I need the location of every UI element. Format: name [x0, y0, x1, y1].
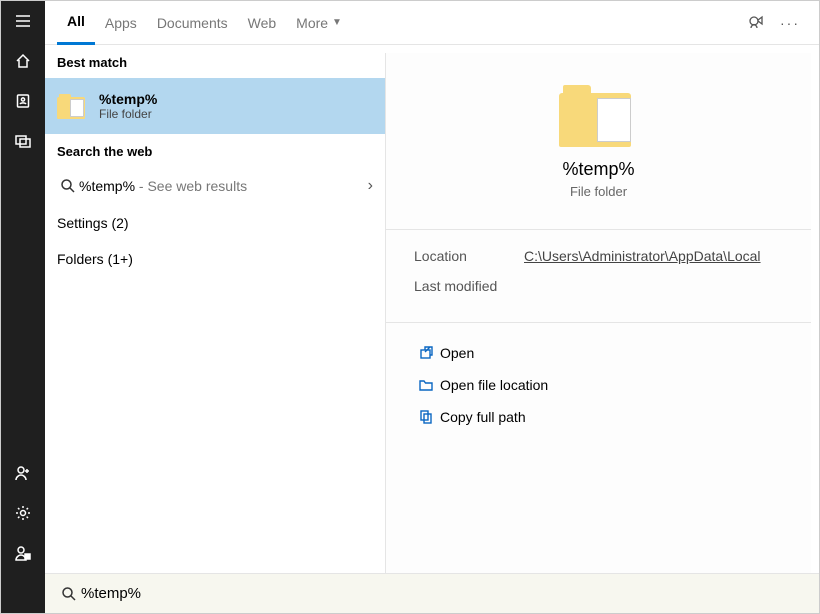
chevron-right-icon: › — [368, 177, 373, 195]
search-icon — [57, 178, 79, 194]
search-web-label: Search the web — [45, 134, 385, 167]
settings-icon[interactable] — [1, 493, 45, 533]
feedback-icon[interactable] — [739, 14, 773, 32]
preview-panel: %temp% File folder Location C:\Users\Adm… — [385, 53, 811, 573]
main-area: All Apps Documents Web More ▼ ··· Best m… — [45, 1, 819, 613]
more-options-icon[interactable]: ··· — [773, 15, 807, 31]
filter-tabs: All Apps Documents Web More ▼ ··· — [45, 1, 819, 45]
menu-icon[interactable] — [1, 1, 45, 41]
add-user-icon[interactable] — [1, 453, 45, 493]
tab-all[interactable]: All — [57, 1, 95, 45]
folders-results-item[interactable]: Folders (1+) — [45, 241, 385, 277]
tab-more[interactable]: More ▼ — [286, 1, 352, 45]
best-match-item[interactable]: %temp% File folder — [45, 78, 385, 134]
best-match-label: Best match — [45, 45, 385, 78]
home-icon[interactable] — [1, 41, 45, 81]
web-result-item[interactable]: %temp% - See web results › — [45, 167, 385, 205]
folder-icon — [57, 93, 87, 119]
open-location-action[interactable]: Open file location — [406, 369, 791, 401]
location-link[interactable]: C:\Users\Administrator\AppData\Local — [524, 248, 761, 264]
tab-documents[interactable]: Documents — [147, 1, 238, 45]
best-match-title: %temp% — [99, 91, 157, 107]
windows-icon[interactable] — [1, 121, 45, 161]
folder-open-icon — [412, 377, 440, 393]
open-action[interactable]: Open — [406, 337, 791, 369]
folder-large-icon — [559, 83, 639, 147]
copy-path-action[interactable]: Copy full path — [406, 401, 791, 433]
search-input[interactable] — [81, 585, 807, 602]
web-result-text: %temp% - See web results — [79, 178, 368, 194]
copy-icon — [412, 409, 440, 425]
tab-apps[interactable]: Apps — [95, 1, 147, 45]
left-sidebar — [1, 1, 45, 613]
preview-title: %temp% — [386, 159, 811, 180]
search-bar — [45, 573, 819, 613]
chevron-down-icon: ▼ — [332, 17, 342, 28]
settings-results-item[interactable]: Settings (2) — [45, 205, 385, 241]
results-panel: Best match %temp% File folder Search the… — [45, 45, 385, 573]
last-modified-label: Last modified — [414, 278, 524, 294]
tab-web[interactable]: Web — [238, 1, 287, 45]
best-match-subtitle: File folder — [99, 107, 157, 121]
preview-meta: Location C:\Users\Administrator\AppData\… — [386, 229, 811, 322]
open-icon — [412, 345, 440, 361]
location-label: Location — [414, 248, 524, 264]
user-icon[interactable] — [1, 533, 45, 573]
preview-subtitle: File folder — [386, 184, 811, 199]
contacts-icon[interactable] — [1, 81, 45, 121]
search-icon — [57, 586, 81, 602]
preview-actions: Open Open file location Copy full path — [386, 322, 811, 447]
